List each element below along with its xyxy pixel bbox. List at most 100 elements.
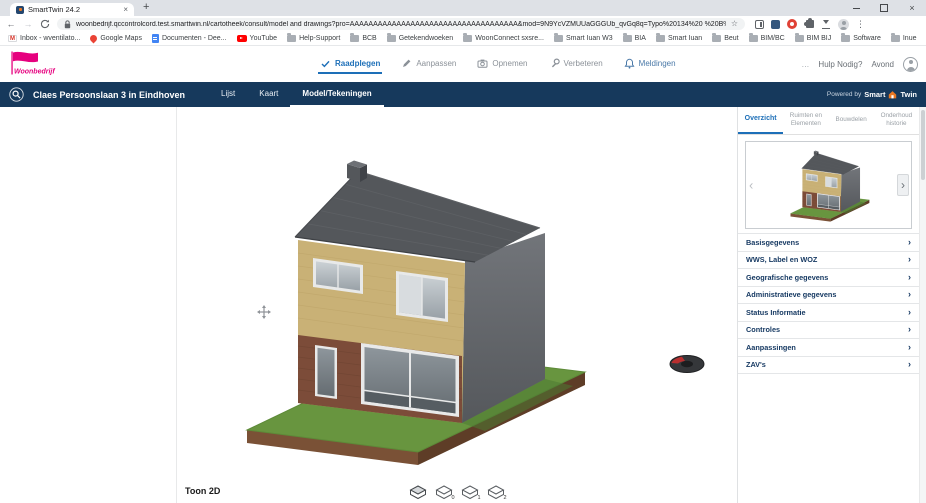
new-tab-button[interactable]: + bbox=[143, 1, 149, 13]
extensions-puzzle-icon[interactable] bbox=[806, 20, 814, 28]
section-zavs[interactable]: ZAV's › bbox=[738, 357, 919, 375]
tab-model-tekeningen[interactable]: Model/Tekeningen bbox=[290, 82, 383, 107]
tab-onderhoud-historie[interactable]: Onderhoud historie bbox=[874, 107, 919, 134]
section-basisgegevens[interactable]: Basisgegevens › bbox=[738, 234, 919, 252]
section-aanpassingen[interactable]: Aanpassingen › bbox=[738, 339, 919, 357]
bookmark-label: BIM/BC bbox=[761, 35, 785, 42]
browser-menu-icon[interactable]: ⋮ bbox=[856, 20, 865, 29]
sections-accordion: Basisgegevens › WWS, Label en WOZ › Geog… bbox=[738, 233, 919, 374]
photo-carousel: ‹ › bbox=[745, 141, 912, 229]
floor-0-icon[interactable]: 0 bbox=[436, 485, 453, 500]
user-avatar[interactable] bbox=[903, 57, 918, 72]
youtube-icon bbox=[237, 35, 247, 42]
bookmark-label: Smart Iuan bbox=[668, 35, 702, 42]
search-icon[interactable] bbox=[9, 87, 24, 102]
carousel-next-icon[interactable]: › bbox=[897, 174, 909, 196]
powered-by-text: Powered by bbox=[827, 91, 861, 98]
folder-icon bbox=[287, 35, 296, 42]
back-icon[interactable]: ← bbox=[6, 20, 16, 29]
help-link[interactable]: Hulp Nodig? bbox=[818, 60, 862, 69]
scrollbar-thumb[interactable] bbox=[921, 110, 925, 180]
tab-ruimten-en-elementen[interactable]: Ruimten en Elementen bbox=[783, 107, 828, 134]
action-label: Opnemen bbox=[492, 59, 527, 68]
url-text[interactable]: woonbedrijf.qccontrolcord.test.smarttwin… bbox=[76, 21, 726, 28]
section-administratieve-gegevens[interactable]: Administratieve gegevens › bbox=[738, 287, 919, 305]
user-name: Avond bbox=[871, 60, 894, 69]
section-label: Basisgegevens bbox=[746, 238, 799, 247]
chevron-right-icon: › bbox=[908, 290, 911, 299]
model-viewer: Toon 2D 0 1 bbox=[177, 107, 737, 503]
tab-bouwdelen[interactable]: Bouwdelen bbox=[829, 107, 874, 134]
bookmark-item[interactable]: Inbox - wventilato... bbox=[8, 35, 80, 42]
bookmark-label: BIM BIJ bbox=[807, 35, 832, 42]
compass-widget[interactable] bbox=[670, 356, 704, 373]
bookmark-star-icon[interactable]: ☆ bbox=[731, 20, 738, 28]
bookmark-label: BCB bbox=[362, 35, 376, 42]
forward-icon[interactable]: → bbox=[23, 20, 33, 29]
action-meldingen[interactable]: Meldingen bbox=[622, 54, 678, 74]
window-close-button[interactable]: × bbox=[898, 0, 926, 16]
folder-icon bbox=[623, 35, 632, 42]
lock-icon bbox=[64, 20, 71, 29]
action-raadplegen[interactable]: Raadplegen bbox=[318, 54, 382, 74]
folder-icon bbox=[554, 35, 563, 42]
section-label: Controles bbox=[746, 325, 780, 334]
browser-address-bar: ← → woonbedrijf.qccontrolcord.test.smart… bbox=[0, 16, 926, 32]
action-opnemen[interactable]: Opnemen bbox=[475, 54, 529, 74]
bookmark-label: Google Maps bbox=[100, 35, 142, 42]
section-label: ZAV's bbox=[746, 360, 766, 369]
tab-kaart[interactable]: Kaart bbox=[247, 82, 290, 107]
bookmark-item[interactable]: Google Maps bbox=[90, 35, 142, 42]
bookmark-item[interactable]: Smart Iuan W3 bbox=[554, 35, 613, 42]
bookmark-item[interactable]: Smart Iuan bbox=[656, 35, 702, 42]
model-3d-canvas[interactable] bbox=[177, 107, 737, 503]
woonbedrijf-logo[interactable]: Woonbedrijf bbox=[10, 50, 70, 82]
bookmark-label: Help-Support bbox=[299, 35, 340, 42]
camera-icon bbox=[477, 58, 488, 69]
adblock-extension-icon[interactable] bbox=[787, 19, 797, 29]
mail-icon bbox=[8, 35, 17, 42]
browser-tab[interactable]: SmartTwin 24.2 × bbox=[10, 3, 134, 16]
document-icon bbox=[152, 34, 159, 43]
url-omnibox[interactable]: woonbedrijf.qccontrolcord.test.smarttwin… bbox=[57, 18, 745, 30]
bell-icon bbox=[624, 58, 635, 69]
bookmark-item[interactable]: BCB bbox=[350, 35, 376, 42]
floor-2-icon[interactable]: 2 bbox=[488, 485, 505, 500]
bookmark-item[interactable]: Getekendwoeken bbox=[387, 35, 453, 42]
section-geografische-gegevens[interactable]: Geografische gegevens › bbox=[738, 269, 919, 287]
window-maximize-button[interactable] bbox=[870, 0, 898, 16]
extension-generic-icon[interactable] bbox=[771, 20, 780, 29]
tab-close-icon[interactable]: × bbox=[123, 6, 128, 14]
window-minimize-button[interactable] bbox=[842, 0, 870, 16]
bookmark-item[interactable]: Documenten - Dee... bbox=[152, 34, 227, 43]
bookmark-item[interactable]: BIM/BC bbox=[749, 35, 785, 42]
help-menu-icon: … bbox=[801, 60, 809, 69]
brand-twin: Twin bbox=[900, 90, 917, 99]
browser-profile-avatar[interactable] bbox=[838, 19, 849, 30]
reload-icon[interactable] bbox=[40, 19, 50, 29]
view-3d-icon[interactable] bbox=[410, 485, 427, 500]
side-panel-icon[interactable] bbox=[755, 20, 764, 29]
action-aanpassen[interactable]: Aanpassen bbox=[399, 54, 458, 74]
bookmark-item[interactable]: Inue bbox=[891, 35, 917, 42]
carousel-prev-icon[interactable]: ‹ bbox=[749, 179, 753, 192]
tab-overzicht[interactable]: Overzicht bbox=[738, 107, 783, 134]
section-controles[interactable]: Controles › bbox=[738, 322, 919, 340]
tab-lijst[interactable]: Lijst bbox=[209, 82, 247, 107]
bookmark-item[interactable]: YouTube bbox=[237, 35, 278, 42]
floor-1-icon[interactable]: 1 bbox=[462, 485, 479, 500]
page-scrollbar[interactable] bbox=[919, 107, 926, 503]
action-verbeteren[interactable]: Verbeteren bbox=[547, 54, 605, 74]
section-status-informatie[interactable]: Status Informatie › bbox=[738, 304, 919, 322]
downloads-icon[interactable] bbox=[821, 19, 831, 29]
bookmark-item[interactable]: BIM BIJ bbox=[795, 35, 832, 42]
smarttwin-house-icon bbox=[888, 90, 897, 99]
bookmark-item[interactable]: WoonConnect sxsre... bbox=[463, 35, 544, 42]
section-wws-label-woz[interactable]: WWS, Label en WOZ › bbox=[738, 252, 919, 270]
bookmark-item[interactable]: Help-Support bbox=[287, 35, 340, 42]
bookmark-item[interactable]: BIA bbox=[623, 35, 646, 42]
bookmark-item[interactable]: Software bbox=[841, 35, 881, 42]
bookmark-item[interactable]: Beut bbox=[712, 35, 738, 42]
sidebar-tabs: Overzicht Ruimten en Elementen Bouwdelen… bbox=[738, 107, 919, 135]
show-2d-button[interactable]: Toon 2D bbox=[185, 486, 220, 496]
